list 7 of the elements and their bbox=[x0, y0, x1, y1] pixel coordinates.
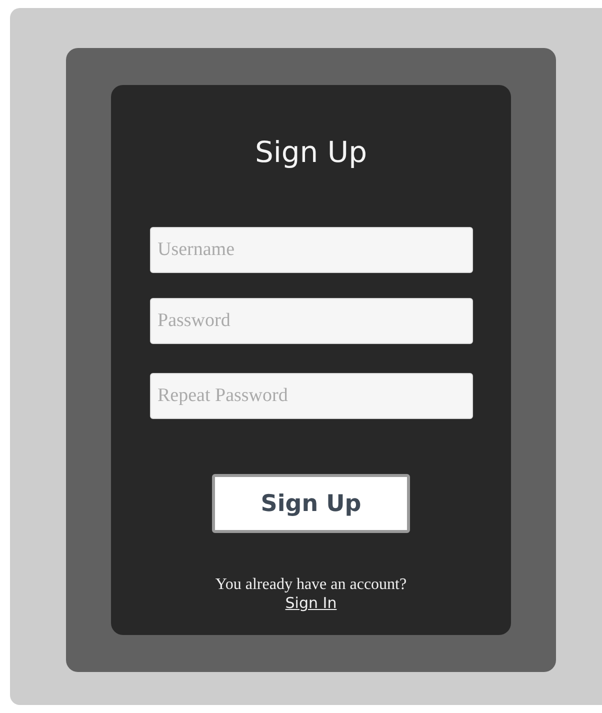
input-field[interactable]: Username bbox=[150, 227, 472, 273]
account-prompt: You already have an account? bbox=[215, 575, 407, 594]
signup-button[interactable]: Sign Up bbox=[212, 474, 410, 533]
form-title: Sign Up bbox=[254, 134, 368, 171]
input-field[interactable]: Password bbox=[150, 298, 472, 344]
input-field[interactable]: Repeat Password bbox=[150, 373, 472, 419]
signin-link[interactable]: Sign In bbox=[285, 594, 337, 613]
